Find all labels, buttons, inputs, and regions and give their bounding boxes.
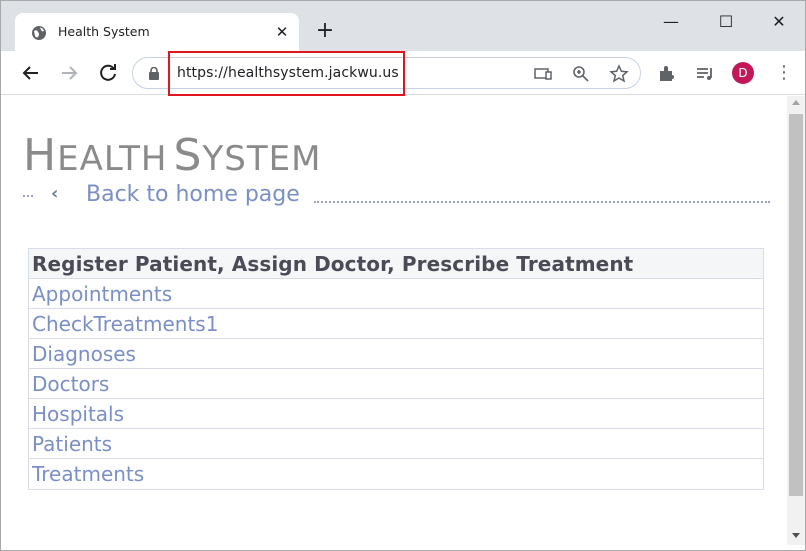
- scrollbar-thumb[interactable]: [789, 114, 803, 496]
- title-bar: Health System ✕ + — ☐ ✕: [1, 1, 805, 53]
- star-icon[interactable]: [609, 64, 629, 84]
- table-row: Appointments: [29, 279, 763, 309]
- reload-icon[interactable]: [96, 61, 120, 85]
- forward-arrow-icon[interactable]: [57, 61, 81, 85]
- close-tab-icon[interactable]: ✕: [273, 23, 291, 41]
- chevron-left-icon[interactable]: ‹: [51, 183, 58, 204]
- dotted-divider-left: [23, 195, 33, 197]
- hospitals-link[interactable]: Hospitals: [32, 402, 124, 426]
- close-window-button[interactable]: ✕: [765, 9, 793, 35]
- zoom-icon[interactable]: [571, 64, 591, 84]
- vertical-scrollbar[interactable]: [787, 96, 805, 545]
- maximize-button[interactable]: ☐: [712, 9, 740, 35]
- url-highlight-box: [168, 51, 405, 96]
- dotted-divider-right: [314, 201, 770, 203]
- cast-icon[interactable]: [533, 64, 553, 84]
- profile-avatar[interactable]: D: [732, 62, 754, 84]
- table-row: Treatments: [29, 459, 763, 489]
- lock-icon[interactable]: [148, 67, 160, 80]
- table-header: Register Patient, Assign Doctor, Prescri…: [29, 249, 763, 279]
- table-row: Doctors: [29, 369, 763, 399]
- patients-link[interactable]: Patients: [32, 432, 112, 456]
- table-row: Patients: [29, 429, 763, 459]
- tab-title: Health System: [58, 24, 150, 39]
- appointments-link[interactable]: Appointments: [32, 282, 172, 306]
- navigation-table: Register Patient, Assign Doctor, Prescri…: [28, 248, 764, 490]
- extensions-icon[interactable]: [656, 63, 678, 85]
- page-content: HEALTH SYSTEM ‹ Back to home page Regist…: [1, 96, 787, 545]
- browser-tab[interactable]: Health System ✕: [15, 13, 299, 53]
- browser-window: Health System ✕ + — ☐ ✕ https://healthsy…: [0, 0, 806, 551]
- diagnoses-link[interactable]: Diagnoses: [32, 342, 136, 366]
- scroll-down-arrow-icon[interactable]: [792, 533, 800, 538]
- table-row: Diagnoses: [29, 339, 763, 369]
- treatments-link[interactable]: Treatments: [32, 462, 144, 486]
- doctors-link[interactable]: Doctors: [32, 372, 109, 396]
- page-title: HEALTH SYSTEM: [23, 130, 322, 181]
- table-row: CheckTreatments1: [29, 309, 763, 339]
- back-arrow-icon[interactable]: [19, 61, 43, 85]
- menu-kebab-icon[interactable]: ⋮: [775, 62, 793, 84]
- scroll-up-arrow-icon[interactable]: [792, 100, 800, 105]
- back-to-home-link[interactable]: Back to home page: [86, 182, 300, 207]
- check-treatments-link[interactable]: CheckTreatments1: [32, 312, 218, 336]
- minimize-button[interactable]: —: [657, 9, 685, 35]
- table-row: Hospitals: [29, 399, 763, 429]
- globe-icon: [32, 26, 46, 40]
- new-tab-button[interactable]: +: [314, 20, 336, 42]
- media-queue-icon[interactable]: [694, 63, 716, 85]
